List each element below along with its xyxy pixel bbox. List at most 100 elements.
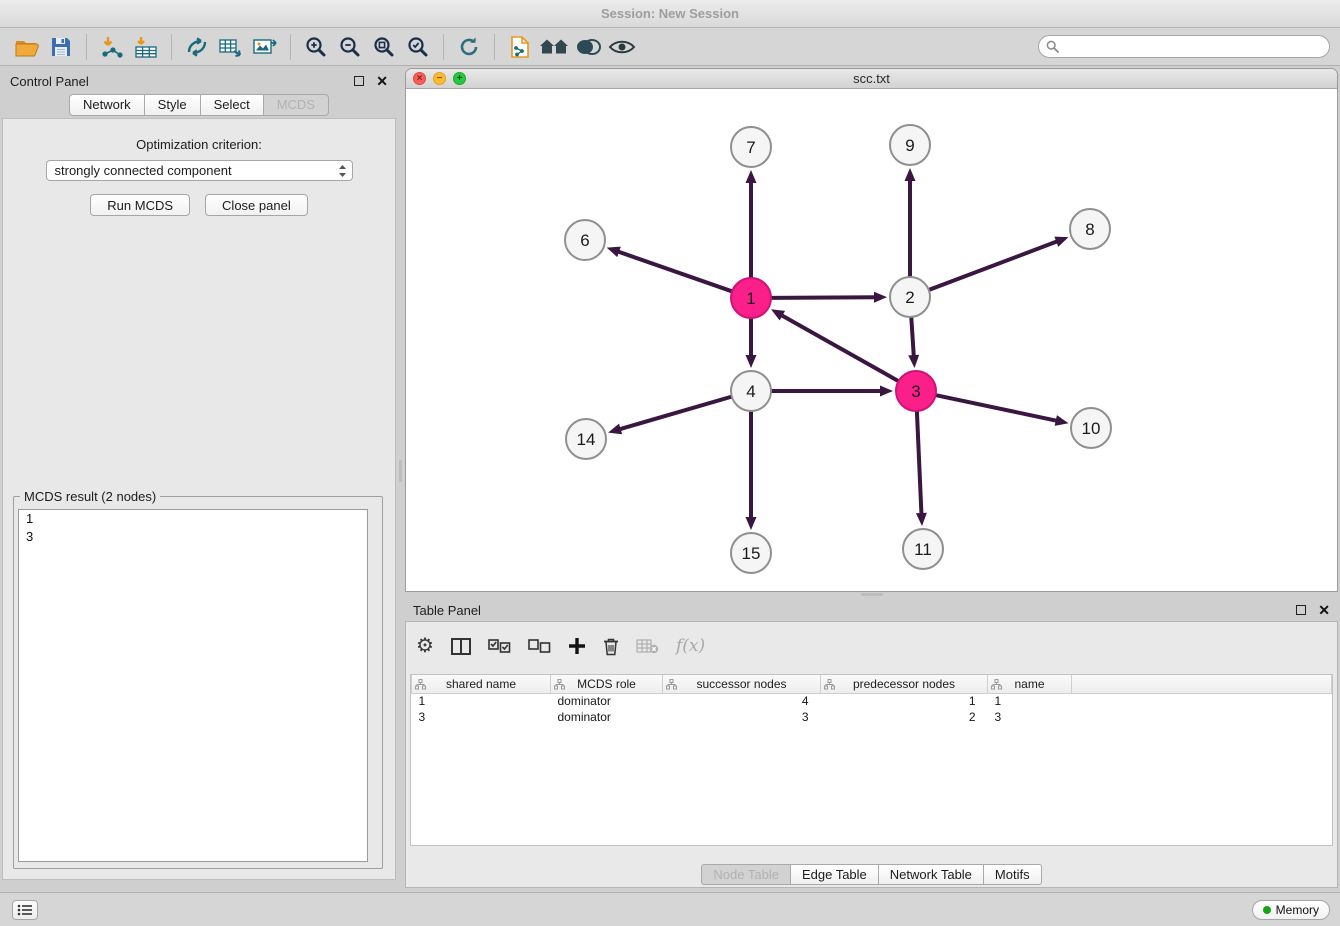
criterion-dropdown[interactable]: strongly connected component: [46, 160, 353, 181]
select-all-rows-icon[interactable]: [488, 639, 511, 654]
tab-motifs[interactable]: Motifs: [984, 864, 1042, 885]
edge-3-11[interactable]: [917, 412, 922, 516]
export-image-icon[interactable]: [248, 32, 282, 62]
network-canvas[interactable]: 7968124314101511: [406, 89, 1337, 591]
tab-network-table[interactable]: Network Table: [879, 864, 984, 885]
table-cell[interactable]: 1: [412, 693, 551, 709]
delete-column-icon[interactable]: [603, 637, 619, 656]
deselect-all-rows-icon[interactable]: [528, 639, 551, 654]
zoom-selected-icon[interactable]: [401, 32, 435, 62]
table-panel-header: Table Panel ✕: [405, 597, 1338, 623]
minimize-window-button[interactable]: −: [433, 72, 446, 85]
magnifier-check-icon: [407, 36, 429, 58]
run-mcds-button[interactable]: Run MCDS: [90, 194, 190, 216]
result-item[interactable]: 1: [19, 510, 367, 528]
open-session-icon[interactable]: [10, 32, 44, 62]
table-cell[interactable]: 3: [412, 709, 551, 725]
save-session-icon[interactable]: [44, 32, 78, 62]
edge-arrowhead: [908, 355, 919, 368]
table-cell[interactable]: 1: [988, 693, 1072, 709]
tab-style[interactable]: Style: [145, 94, 201, 116]
float-table-panel-icon[interactable]: [1296, 605, 1306, 615]
edge-1-6[interactable]: [616, 251, 731, 291]
column-header-shared-name[interactable]: shared name: [412, 675, 551, 693]
column-header-mcds-role[interactable]: MCDS role: [551, 675, 663, 693]
share-document-icon[interactable]: [503, 32, 537, 62]
table-cell[interactable]: dominator: [551, 693, 663, 709]
vertical-splitter[interactable]: [396, 68, 405, 880]
close-panel-button[interactable]: Close panel: [205, 194, 308, 216]
table-row[interactable]: 3dominator323: [412, 709, 1332, 725]
close-panel-icon[interactable]: ✕: [376, 74, 388, 88]
table-settings-gear-icon[interactable]: ⚙: [416, 636, 434, 656]
table-cell[interactable]: 3: [988, 709, 1072, 725]
column-header-name[interactable]: name: [988, 675, 1072, 693]
delete-table-icon[interactable]: [636, 638, 659, 654]
edge-3-10[interactable]: [937, 395, 1059, 421]
tab-network[interactable]: Network: [69, 94, 145, 116]
dropdown-arrows-icon: [338, 164, 347, 181]
control-panel: Control Panel ✕ NetworkStyleSelectMCDS O…: [2, 68, 396, 880]
fit-content-icon[interactable]: [367, 32, 401, 62]
table-cell[interactable]: 2: [821, 709, 988, 725]
edge-arrowhead: [746, 517, 757, 530]
table-delete-icon: [636, 638, 659, 654]
table-row[interactable]: 1dominator411: [412, 693, 1332, 709]
toolbar-separator: [290, 34, 291, 60]
edge-3-1[interactable]: [780, 314, 898, 380]
close-table-panel-icon[interactable]: ✕: [1318, 603, 1330, 617]
splitter-grip: [861, 593, 883, 596]
mcds-result-list[interactable]: 13: [18, 509, 368, 862]
maximize-window-button[interactable]: +: [453, 72, 466, 85]
column-header-filler: [1072, 675, 1332, 693]
edge-1-2[interactable]: [772, 297, 877, 298]
memory-button[interactable]: Memory: [1252, 900, 1330, 920]
table-cell[interactable]: 1: [821, 693, 988, 709]
document-network-icon: [509, 35, 531, 59]
column-header-predecessor-nodes[interactable]: predecessor nodes: [821, 675, 988, 693]
column-label: name: [1014, 677, 1044, 691]
search-input[interactable]: [1064, 37, 1329, 56]
tab-select[interactable]: Select: [201, 94, 264, 116]
columns-icon: [451, 638, 471, 655]
import-network-icon[interactable]: [95, 32, 129, 62]
style-venn-icon[interactable]: [571, 32, 605, 62]
title-bar: Session: New Session: [0, 0, 1340, 28]
table-toolbar: ⚙: [416, 628, 705, 664]
network-window-title: scc.txt: [853, 71, 890, 86]
import-table-glyph-icon: [133, 35, 159, 59]
add-column-icon[interactable]: [568, 637, 586, 655]
edge-arrowhead: [905, 168, 916, 181]
graph-node-label-14: 14: [577, 430, 596, 449]
table-cell[interactable]: 4: [663, 693, 821, 709]
network-graph[interactable]: 7968124314101511: [406, 89, 1337, 591]
new-network-icon[interactable]: [180, 32, 214, 62]
edge-4-14[interactable]: [618, 397, 731, 430]
zoom-in-icon[interactable]: [299, 32, 333, 62]
column-header-successor-nodes[interactable]: successor nodes: [663, 675, 821, 693]
edge-2-8[interactable]: [930, 241, 1059, 290]
tab-node-table[interactable]: Node Table: [701, 864, 791, 885]
network-window-titlebar[interactable]: × − + scc.txt: [406, 69, 1337, 89]
search-box[interactable]: [1038, 35, 1330, 58]
toolbar-separator: [443, 34, 444, 60]
network-from-selection-icon[interactable]: [214, 32, 248, 62]
refresh-view-icon[interactable]: [452, 32, 486, 62]
zoom-out-icon[interactable]: [333, 32, 367, 62]
column-layout-icon[interactable]: [451, 638, 471, 655]
import-network-glyph-icon: [99, 35, 125, 59]
result-item[interactable]: 3: [19, 528, 367, 546]
edge-2-3[interactable]: [911, 318, 914, 358]
import-table-icon[interactable]: [129, 32, 163, 62]
function-builder-icon[interactable]: f(x): [676, 636, 705, 656]
show-hide-eye-icon[interactable]: [605, 32, 639, 62]
close-window-button[interactable]: ×: [413, 72, 426, 85]
plus-icon: [568, 637, 586, 655]
table-cell[interactable]: dominator: [551, 709, 663, 725]
tab-edge-table[interactable]: Edge Table: [791, 864, 879, 885]
home-network-icon[interactable]: [537, 32, 571, 62]
float-panel-icon[interactable]: [354, 76, 364, 86]
status-menu-button[interactable]: [12, 900, 38, 920]
table-cell[interactable]: 3: [663, 709, 821, 725]
tab-mcds[interactable]: MCDS: [264, 94, 329, 116]
